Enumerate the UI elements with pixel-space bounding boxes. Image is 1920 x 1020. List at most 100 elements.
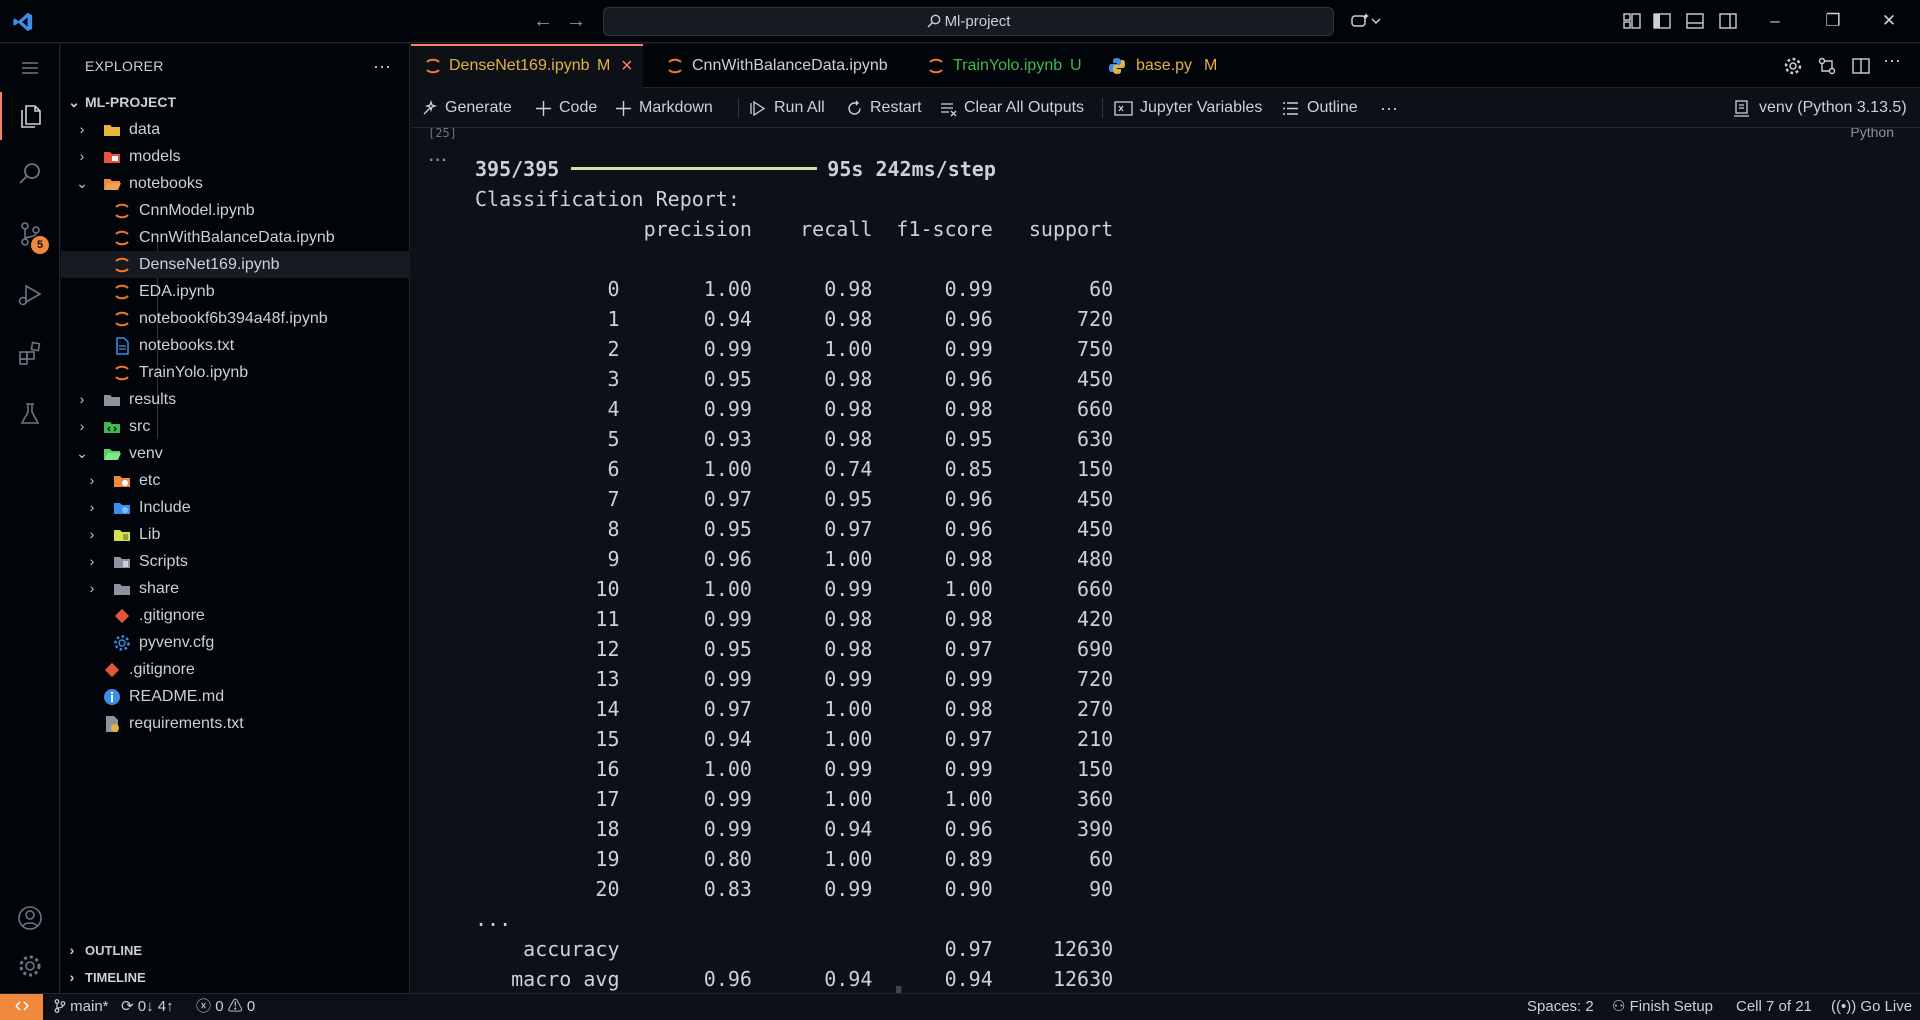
tree-folder-scripts[interactable]: › Scripts (61, 548, 410, 575)
error-icon: ⓧ (196, 998, 212, 1015)
tree-folder-notebooks[interactable]: ⌄ notebooks (61, 170, 410, 197)
cell-language[interactable]: Python (1850, 128, 1894, 140)
testing-icon[interactable] (0, 390, 60, 438)
run-debug-icon[interactable] (0, 270, 60, 318)
customize-layout-icon[interactable] (1622, 11, 1642, 31)
clear-outputs-label: Clear All Outputs (964, 99, 1085, 116)
toggle-primary-sidebar-icon[interactable] (1652, 11, 1672, 31)
tree-label: pyvenv.cfg (139, 634, 215, 651)
tab-bar: DenseNet169.ipynb M × CnnWithBalanceData… (411, 44, 1920, 88)
forward-icon[interactable]: → (565, 10, 587, 32)
notebook-toolbar: Generate Code Markdown Run All Restart C… (411, 88, 1920, 128)
tree-file[interactable]: EDA.ipynb (61, 278, 410, 305)
tree-file-selected[interactable]: DenseNet169.ipynb (61, 251, 410, 278)
explorer-icon[interactable] (0, 92, 60, 140)
progress-bar (571, 167, 818, 170)
tree-label: results (129, 391, 177, 408)
tree-file[interactable]: requirements.txt (61, 710, 410, 737)
tree-file[interactable]: pyvenv.cfg (61, 629, 410, 656)
run-all-icon (750, 100, 766, 117)
tree-folder-etc[interactable]: › etc (61, 467, 410, 494)
tree-folder-include[interactable]: › Include (61, 494, 410, 521)
gear-icon (114, 635, 130, 651)
broadcast-icon: ((•)) (1831, 998, 1857, 1015)
source-control-icon[interactable]: 5 (0, 210, 60, 258)
toggle-secondary-sidebar-icon[interactable] (1718, 11, 1738, 31)
search-icon[interactable] (0, 150, 60, 198)
clear-all-icon (941, 103, 957, 117)
tree-folder-share[interactable]: › share (61, 575, 410, 602)
tab-densenet169[interactable]: DenseNet169.ipynb M × (411, 44, 643, 88)
tree-root-label: ML-PROJECT (85, 94, 176, 110)
menu-icon[interactable] (0, 44, 60, 92)
tab-status: M (1204, 57, 1218, 74)
tree-file[interactable]: TrainYolo.ipynb (61, 359, 410, 386)
copilot-icon[interactable] (1350, 11, 1370, 31)
close-window-button[interactable]: ✕ (1874, 8, 1904, 34)
compare-changes-icon[interactable] (1817, 56, 1837, 76)
tree-label: DenseNet169.ipynb (139, 256, 280, 273)
remote-indicator[interactable] (0, 994, 43, 1020)
plus-icon (536, 101, 551, 116)
minimize-button[interactable]: – (1760, 8, 1790, 34)
tree-label: Lib (139, 526, 161, 543)
tree-file[interactable]: CnnModel.ipynb (61, 197, 410, 224)
more-actions-icon[interactable]: ··· (1883, 50, 1903, 70)
tree-folder-models[interactable]: › models (61, 143, 410, 170)
tree-folder-src[interactable]: › src (61, 413, 410, 440)
explorer-more-icon[interactable]: ··· (373, 44, 391, 88)
sync-icon: ⟳ (121, 998, 134, 1015)
timeline-section[interactable]: › TIMELINE (61, 964, 410, 991)
back-icon[interactable]: ← (532, 10, 554, 32)
tab-cnnwithbalancedata[interactable]: CnnWithBalanceData.ipynb (644, 44, 904, 88)
outline-section[interactable]: › OUTLINE (61, 937, 410, 964)
restore-button[interactable]: ❐ (1818, 8, 1848, 34)
more-icon[interactable]: ··· (1380, 88, 1398, 128)
remote-icon (14, 1001, 29, 1011)
tree-file[interactable]: notebookf6b394a48f.ipynb (61, 305, 410, 332)
tree-folder-results[interactable]: › results (61, 386, 410, 413)
sync-indicator[interactable]: ⟳ 0↓ 4↑ (121, 994, 174, 1020)
cell-output: [25] Python ··· 395/395 95s 242ms/step Cl… (411, 128, 1920, 993)
toggle-panel-icon[interactable] (1685, 11, 1705, 31)
scm-badge: 5 (31, 236, 49, 254)
tree-label: data (129, 121, 161, 138)
tree-root[interactable]: ⌄ ML-PROJECT (61, 89, 410, 116)
tree-file[interactable]: notebooks.txt (61, 332, 410, 359)
command-center-search[interactable]: Ml-project (603, 7, 1334, 36)
editor-area: DenseNet169.ipynb M × CnnWithBalanceData… (411, 44, 1920, 993)
extensions-icon[interactable] (0, 330, 60, 378)
tree-file[interactable]: .gitignore (61, 602, 410, 629)
progress-timing: 95s 242ms/step (827, 157, 996, 181)
tab-label: base.py (1136, 57, 1193, 74)
chevron-down-icon[interactable] (1370, 11, 1382, 31)
finish-setup-label: Finish Setup (1629, 998, 1714, 1015)
tree-label: etc (139, 472, 161, 489)
accounts-icon[interactable] (0, 894, 60, 942)
branch-indicator[interactable]: main* (54, 994, 109, 1020)
tree-file[interactable]: README.md (61, 683, 410, 710)
close-icon[interactable]: × (621, 46, 633, 86)
tree-folder-venv[interactable]: ⌄ venv (61, 440, 410, 467)
tree-folder-data[interactable]: › data (61, 116, 410, 143)
cell-position[interactable]: Cell 7 of 21 (1736, 994, 1812, 1020)
tree-folder-lib[interactable]: › Lib (61, 521, 410, 548)
timeline-label: TIMELINE (85, 970, 146, 985)
finish-setup-button[interactable]: ⚇ Finish Setup (1612, 994, 1713, 1020)
output-more-icon[interactable]: ··· (429, 152, 448, 170)
tab-trainyolo[interactable]: TrainYolo.ipynb U (905, 44, 1085, 88)
jupyter-icon (115, 203, 129, 219)
chevron-right-icon: › (69, 969, 75, 985)
gear-icon[interactable] (1783, 56, 1803, 76)
manage-gear-icon[interactable] (0, 942, 60, 990)
go-live-button[interactable]: ((•)) Go Live (1831, 994, 1912, 1020)
tree-file[interactable]: CnnWithBalanceData.ipynb (61, 224, 410, 251)
tab-base-py[interactable]: base.py M (1086, 44, 1236, 88)
tree-file[interactable]: .gitignore (61, 656, 410, 683)
indentation-indicator[interactable]: Spaces: 2 (1527, 994, 1594, 1020)
jupyter-icon (115, 311, 129, 327)
problems-indicator[interactable]: ⓧ 0 ⚠ 0 (196, 994, 255, 1020)
chevron-right-icon: › (79, 391, 85, 407)
tab-status: M (597, 57, 611, 74)
split-editor-icon[interactable] (1851, 56, 1871, 76)
